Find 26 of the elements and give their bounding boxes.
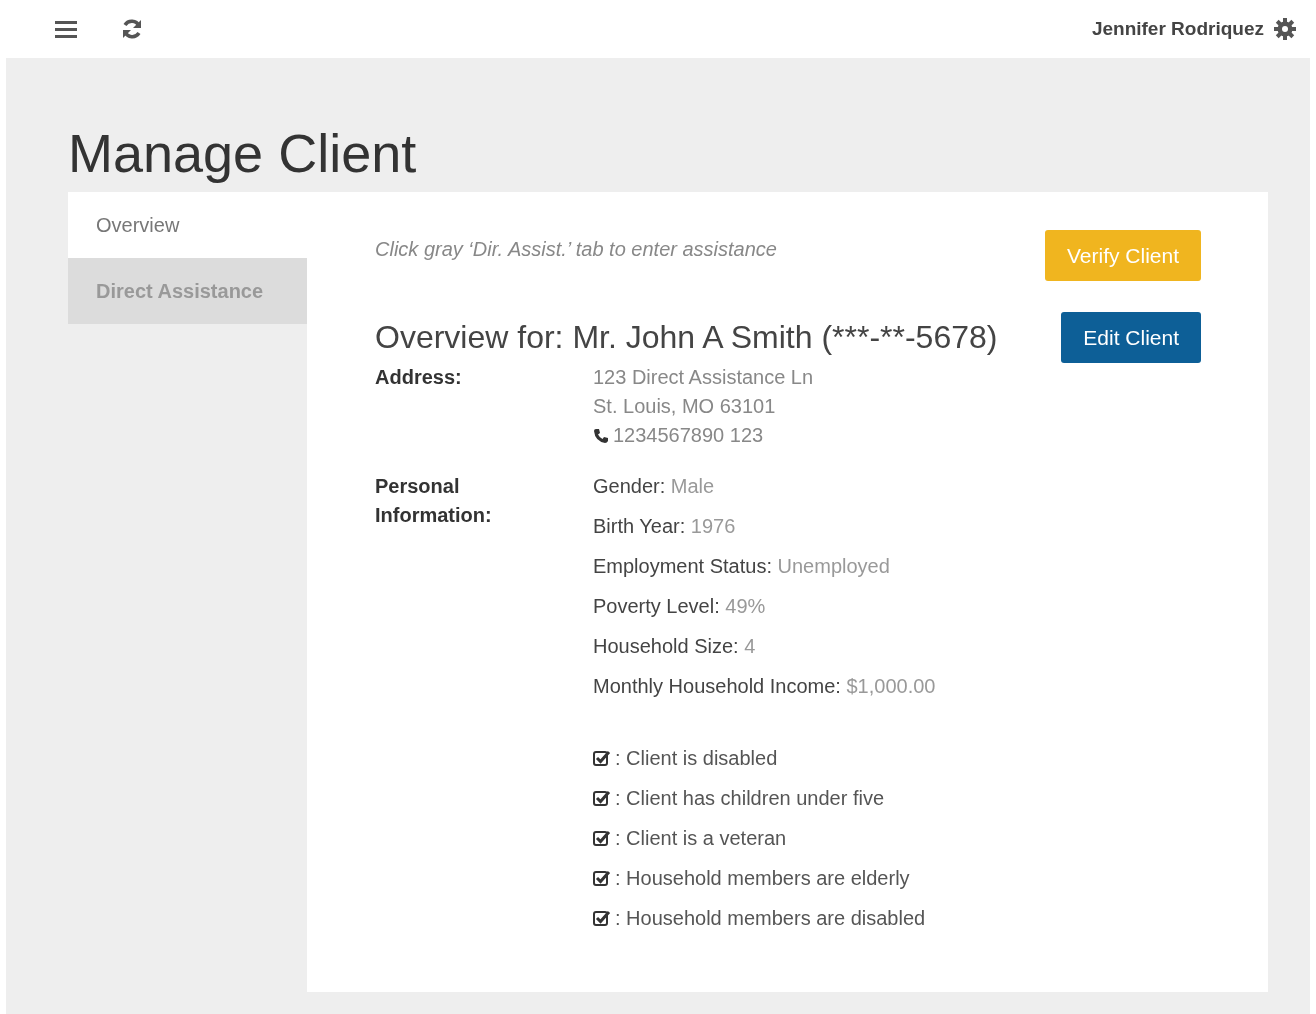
hint-text: Click gray ‘Dir. Assist.’ tab to enter assistance (375, 238, 777, 261)
address-line: St. Louis, MO 63101 (593, 394, 777, 419)
settings-icon[interactable] (1274, 18, 1296, 40)
field-label: Address: (375, 365, 463, 390)
info-line: Gender: Male (593, 474, 716, 499)
flag-label: : Client has children under five (615, 785, 885, 811)
phone-number: 1234567890 123 (613, 423, 764, 448)
flag-label: : Household members are disabled (615, 905, 926, 931)
flag-label: : Household members are elderly (615, 865, 910, 891)
flag-label: : Client is disabled (615, 745, 778, 771)
menu-icon[interactable] (55, 20, 77, 38)
edit-button[interactable]: Edit Client (1061, 312, 1201, 363)
refresh-icon[interactable] (121, 18, 143, 40)
info-line: Household Size: 4 (593, 634, 757, 659)
page-title: Manage Client (68, 122, 418, 185)
info-line: Monthly Household Income: $1,000.00 (593, 674, 937, 699)
phone-icon (593, 427, 609, 444)
flag-label: : Client is a veteran (615, 825, 787, 851)
field-label: Personal Information: (375, 474, 493, 528)
address-line: 123 Direct Assistance Ln (593, 365, 815, 390)
user-name[interactable]: Jennifer Rodriquez (1091, 18, 1264, 40)
overview-title: Overview for: Mr. John A Smith (***-**-5678) (375, 319, 998, 356)
tab[interactable]: Overview (68, 192, 307, 258)
info-line: Birth Year: 1976 (593, 514, 737, 539)
info-line: Employment Status: Unemployed (593, 554, 891, 579)
info-line: Poverty Level: 49% (593, 594, 767, 619)
